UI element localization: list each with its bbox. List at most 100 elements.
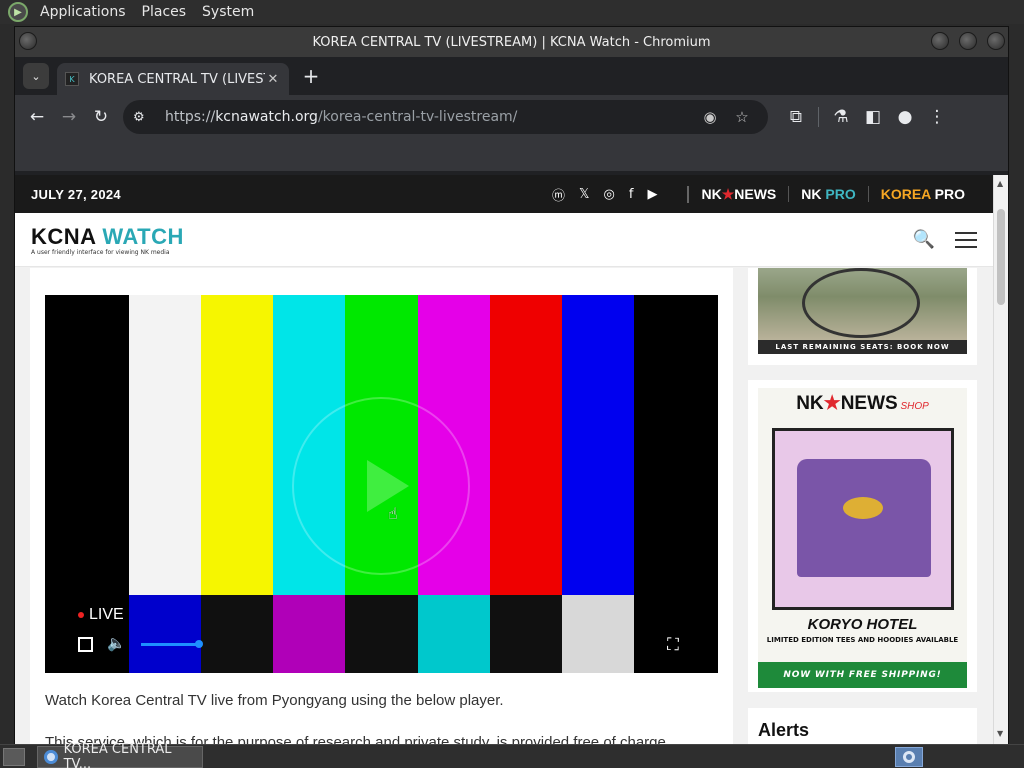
live-dot-icon bbox=[78, 612, 84, 618]
color-bar-bottom-2 bbox=[273, 595, 346, 673]
color-bar-top-5 bbox=[489, 295, 562, 595]
menu-system[interactable]: System bbox=[194, 0, 262, 24]
ad-photo bbox=[758, 268, 967, 340]
site-info-icon[interactable]: ⚙ bbox=[133, 110, 159, 125]
korea-pro-a: KOREA bbox=[880, 186, 935, 202]
color-bar-bottom-6 bbox=[561, 595, 634, 673]
network-brands: NK★NEWS NK PRO KOREA PRO bbox=[687, 185, 977, 203]
korea-pro-link[interactable]: KOREA PRO bbox=[867, 186, 977, 202]
youtube-icon[interactable]: ▶ bbox=[647, 187, 657, 202]
distro-logo-icon[interactable]: ▶ bbox=[8, 2, 28, 22]
shop-ad-title: KORYO HOTEL bbox=[807, 616, 918, 633]
desktop: ▶ Applications Places System KOREA CENTR… bbox=[0, 0, 1024, 768]
scrollbar-thumb[interactable] bbox=[997, 209, 1005, 305]
main-content: ☝ LIVE 🔈 ⛶ Watch Korea Central TV live f… bbox=[30, 268, 733, 745]
url-host: kcnawatch.org bbox=[215, 109, 318, 125]
shirt-logo-graphic bbox=[843, 497, 883, 519]
color-bar-bottom-5 bbox=[489, 595, 562, 673]
tab-active[interactable]: K KOREA CENTRAL TV (LIVEST ✕ bbox=[57, 63, 289, 95]
alerts-widget: Alerts bbox=[748, 708, 977, 745]
taskbar-chromium-item[interactable]: KOREA CENTRAL TV... bbox=[37, 742, 203, 768]
new-tab-button[interactable]: + bbox=[299, 64, 323, 88]
intro-paragraph: Watch Korea Central TV live from Pyongya… bbox=[45, 692, 504, 709]
tray-chromium-icon[interactable] bbox=[895, 747, 923, 767]
window-titlebar[interactable]: KOREA CENTRAL TV (LIVESTREAM) | KCNA Wat… bbox=[15, 27, 1008, 57]
nk-news-b: NEWS bbox=[734, 185, 777, 202]
kcna-watch-logo[interactable]: KCNA WATCH A user friendly interface for… bbox=[31, 224, 184, 256]
x-twitter-icon[interactable]: 𝕏 bbox=[579, 187, 589, 202]
tab-close-icon[interactable]: ✕ bbox=[265, 72, 281, 87]
volume-icon[interactable]: 🔈 bbox=[107, 634, 126, 652]
nk-pro-a: NK bbox=[801, 186, 826, 202]
url-path: /korea-central-tv-livestream/ bbox=[317, 109, 518, 125]
logo-tagline: A user friendly interface for viewing NK… bbox=[31, 248, 170, 256]
window-title: KOREA CENTRAL TV (LIVESTREAM) | KCNA Wat… bbox=[312, 34, 711, 50]
shop-ad-inner: NK★NEWS SHOP KORYO HOTEL LIMITED EDITION… bbox=[758, 388, 967, 688]
logo-text: KCNA WATCH bbox=[31, 224, 184, 250]
chromium-icon bbox=[44, 749, 58, 764]
window-menu-button[interactable] bbox=[19, 32, 37, 50]
shop-ad-brand-a: NK bbox=[796, 393, 824, 414]
back-button[interactable]: ← bbox=[21, 101, 53, 133]
tracking-protection-icon[interactable]: ◉ bbox=[694, 108, 726, 126]
menu-places[interactable]: Places bbox=[134, 0, 195, 24]
free-shipping-banner[interactable]: NOW WITH FREE SHIPPING! bbox=[758, 662, 967, 688]
browser-menu-icon[interactable]: ⋮ bbox=[921, 101, 953, 133]
site-date: JULY 27, 2024 bbox=[31, 186, 121, 202]
alerts-title: Alerts bbox=[758, 720, 810, 740]
browser-toolbar: ← → ↻ ⚙ https://kcnawatch.org/korea-cent… bbox=[15, 95, 1008, 139]
video-player[interactable]: ☝ LIVE 🔈 ⛶ bbox=[45, 295, 718, 673]
nk-pro-link[interactable]: NK PRO bbox=[788, 186, 867, 202]
close-window-button[interactable] bbox=[987, 32, 1005, 50]
forward-button[interactable]: → bbox=[53, 101, 85, 133]
minimize-button[interactable] bbox=[931, 32, 949, 50]
site-header: KCNA WATCH A user friendly interface for… bbox=[15, 213, 993, 267]
color-bar-top-6 bbox=[561, 295, 634, 595]
mastodon-icon[interactable]: ⓜ bbox=[552, 185, 565, 204]
tour-ad[interactable]: LAST REMAINING SEATS: BOOK NOW bbox=[748, 268, 977, 365]
chevron-down-icon: ⌄ bbox=[31, 69, 41, 83]
stop-button[interactable] bbox=[78, 637, 93, 652]
volume-slider-handle[interactable] bbox=[195, 640, 203, 648]
browser-window: KOREA CENTRAL TV (LIVESTREAM) | KCNA Wat… bbox=[14, 26, 1009, 746]
tour-ad-cta[interactable]: LAST REMAINING SEATS: BOOK NOW bbox=[758, 340, 967, 354]
logo-accent: WATCH bbox=[102, 223, 184, 249]
maximize-button[interactable] bbox=[959, 32, 977, 50]
bookmark-star-icon[interactable]: ☆ bbox=[726, 108, 758, 126]
scroll-down-icon[interactable]: ▼ bbox=[997, 729, 1003, 738]
hand-cursor-icon: ☝ bbox=[388, 504, 398, 523]
fullscreen-icon[interactable]: ⛶ bbox=[667, 635, 679, 655]
shop-label: SHOP bbox=[897, 401, 929, 412]
shop-ad-star: ★ bbox=[823, 393, 841, 414]
side-panel-icon[interactable]: ◧ bbox=[857, 101, 889, 133]
labs-flask-icon[interactable]: ⚗ bbox=[825, 101, 857, 133]
tshirt-image bbox=[772, 428, 954, 610]
color-bar-top-0 bbox=[129, 295, 202, 595]
toolbar-separator bbox=[818, 107, 819, 127]
social-links: ⓜ 𝕏 ◎ f ▶ bbox=[552, 185, 657, 204]
reload-button[interactable]: ↻ bbox=[85, 101, 117, 133]
nk-news-link[interactable]: NK★NEWS bbox=[687, 185, 788, 203]
extensions-icon[interactable]: ⧉ bbox=[780, 101, 812, 133]
address-bar[interactable]: ⚙ https://kcnawatch.org/korea-central-tv… bbox=[123, 100, 768, 134]
search-icon[interactable]: 🔍 bbox=[913, 229, 935, 250]
nk-news-a: NK bbox=[701, 185, 722, 202]
volume-slider[interactable] bbox=[141, 643, 196, 646]
page-scrollbar[interactable]: ▲ ▼ bbox=[993, 175, 1008, 745]
shop-ad-brand: NK★NEWS SHOP bbox=[758, 392, 967, 415]
url-text[interactable]: https://kcnawatch.org/korea-central-tv-l… bbox=[165, 109, 694, 125]
profile-avatar-icon[interactable]: ● bbox=[889, 101, 921, 133]
facebook-icon[interactable]: f bbox=[629, 187, 634, 202]
instagram-icon[interactable]: ◎ bbox=[604, 187, 615, 202]
menu-applications[interactable]: Applications bbox=[32, 0, 134, 24]
binocular-scope-graphic bbox=[802, 268, 920, 338]
scroll-up-icon[interactable]: ▲ bbox=[997, 179, 1003, 188]
shop-ad[interactable]: NK★NEWS SHOP KORYO HOTEL LIMITED EDITION… bbox=[748, 380, 977, 692]
show-desktop-button[interactable] bbox=[3, 747, 25, 766]
nk-pro-b: PRO bbox=[825, 186, 856, 202]
hamburger-menu-icon[interactable] bbox=[955, 231, 977, 248]
tab-search-button[interactable]: ⌄ bbox=[23, 63, 49, 89]
shop-ad-brand-b: NEWS bbox=[840, 393, 898, 414]
kcna-favicon-icon: K bbox=[65, 72, 79, 86]
site-topbar: JULY 27, 2024 ⓜ 𝕏 ◎ f ▶ NK★NEWS NK PRO K… bbox=[15, 175, 993, 213]
